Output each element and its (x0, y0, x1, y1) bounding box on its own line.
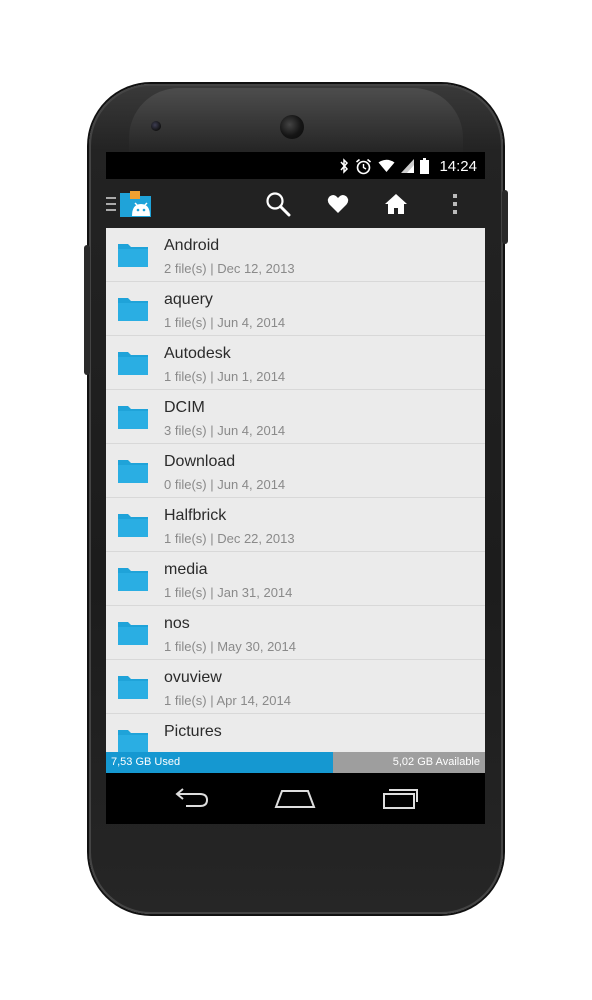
overflow-menu-icon (453, 194, 457, 214)
folder-icon (118, 730, 148, 752)
folder-icon (118, 298, 148, 321)
action-bar (106, 179, 485, 228)
status-bar: 14:24 (106, 152, 485, 179)
power-button (502, 190, 508, 244)
front-camera (280, 115, 304, 139)
recents-icon (383, 789, 418, 809)
search-icon (266, 192, 291, 217)
file-name: aquery (164, 291, 213, 308)
recents-button[interactable] (375, 783, 425, 813)
list-item[interactable]: ovuview 1 file(s) | Apr 14, 2014 (106, 660, 485, 714)
folder-icon (118, 406, 148, 429)
file-name: ovuview (164, 669, 222, 686)
file-meta: 1 file(s) | Jan 31, 2014 (164, 585, 293, 600)
list-item[interactable]: Halfbrick 1 file(s) | Dec 22, 2013 (106, 498, 485, 552)
folder-icon (118, 676, 148, 699)
folder-icon (118, 460, 148, 483)
file-name: Download (164, 453, 236, 470)
file-meta: 3 file(s) | Jun 4, 2014 (164, 423, 286, 438)
file-meta: 0 file(s) | Jun 4, 2014 (164, 477, 286, 492)
app-logo-icon[interactable] (119, 190, 152, 218)
navigation-bar (106, 773, 485, 824)
storage-available-label: 5,02 GB Available (392, 756, 480, 768)
file-meta: 2 file(s) | Dec 12, 2013 (164, 261, 295, 276)
folder-icon (118, 244, 148, 267)
search-button[interactable] (261, 187, 295, 221)
list-item[interactable]: aquery 1 file(s) | Jun 4, 2014 (106, 282, 485, 336)
storage-bar: 7,53 GB Used 5,02 GB Available (106, 752, 485, 773)
bluetooth-icon (340, 158, 349, 174)
proximity-sensor (151, 121, 161, 131)
home-button[interactable] (379, 187, 413, 221)
file-name: Android (164, 237, 220, 254)
alarm-icon (356, 158, 372, 174)
file-meta: 1 file(s) | May 30, 2014 (164, 639, 296, 654)
signal-icon (401, 159, 415, 173)
file-name: nos (164, 615, 190, 632)
drawer-menu-icon[interactable] (106, 196, 116, 212)
battery-icon (420, 158, 430, 174)
file-name: Pictures (164, 723, 222, 740)
file-meta: 1 file(s) | Apr 14, 2014 (164, 693, 291, 708)
file-name: media (164, 561, 208, 578)
home-nav-icon (274, 790, 316, 808)
list-item[interactable]: Android 2 file(s) | Dec 12, 2013 (106, 228, 485, 282)
overflow-menu-button[interactable] (438, 187, 472, 221)
screen: 14:24 Android 2 file(s) | Dec 12, 2013 a… (106, 152, 485, 824)
back-icon (175, 788, 209, 807)
list-item[interactable]: Autodesk 1 file(s) | Jun 1, 2014 (106, 336, 485, 390)
folder-icon (118, 622, 148, 645)
back-button[interactable] (166, 783, 216, 813)
file-name: Autodesk (164, 345, 231, 362)
wifi-icon (378, 159, 395, 172)
file-meta: 1 file(s) | Dec 22, 2013 (164, 531, 295, 546)
status-time: 14:24 (439, 157, 477, 175)
volume-button (84, 245, 90, 375)
status-icons: 14:24 (339, 156, 477, 176)
favorites-button[interactable] (321, 187, 355, 221)
file-list: Android 2 file(s) | Dec 12, 2013 aquery … (106, 228, 485, 752)
folder-icon (118, 568, 148, 591)
storage-used-label: 7,53 GB Used (111, 756, 181, 768)
file-meta: 1 file(s) | Jun 4, 2014 (164, 315, 286, 330)
folder-icon (118, 352, 148, 375)
list-item[interactable]: DCIM 3 file(s) | Jun 4, 2014 (106, 390, 485, 444)
list-item[interactable]: Pictures (106, 714, 485, 752)
list-item[interactable]: media 1 file(s) | Jan 31, 2014 (106, 552, 485, 606)
list-item[interactable]: nos 1 file(s) | May 30, 2014 (106, 606, 485, 660)
file-meta: 1 file(s) | Jun 1, 2014 (164, 369, 286, 384)
list-item[interactable]: Download 0 file(s) | Jun 4, 2014 (106, 444, 485, 498)
file-name: Halfbrick (164, 507, 227, 524)
home-icon (385, 194, 407, 214)
heart-icon (327, 194, 349, 213)
file-name: DCIM (164, 399, 205, 416)
folder-icon (118, 514, 148, 537)
home-nav-button[interactable] (270, 783, 320, 813)
